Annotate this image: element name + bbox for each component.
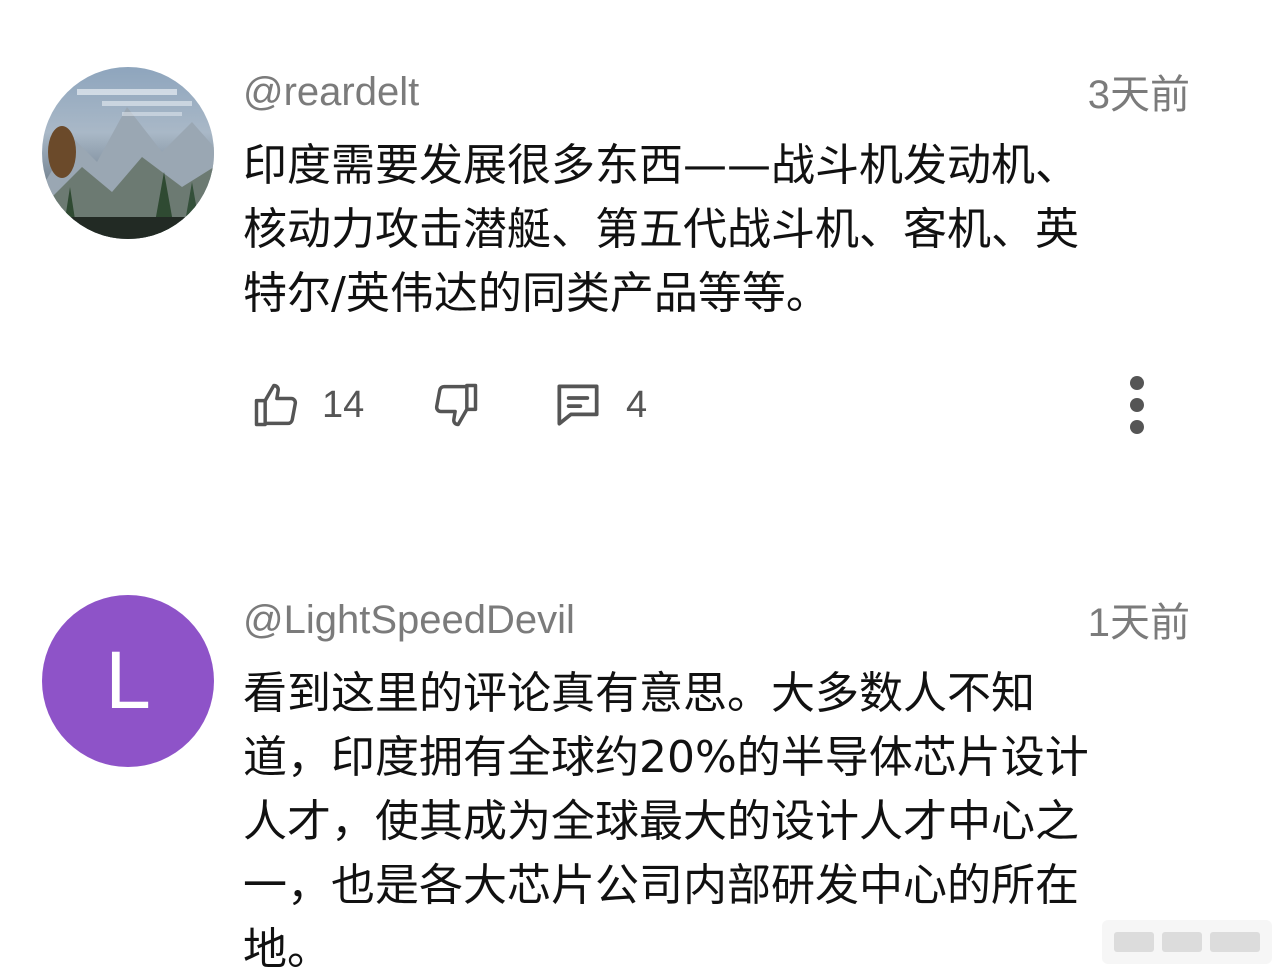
like-count: 14 bbox=[322, 383, 365, 426]
comment-body-line: 道，印度拥有全球约20%的半导体芯片设计 bbox=[243, 732, 1089, 783]
comment-body: 印度需要发展很多东西——战斗机发动机、 核动力攻击潜艇、第五代战斗机、客机、英 … bbox=[243, 134, 1198, 326]
user-avatar[interactable]: L bbox=[42, 595, 214, 767]
landscape-photo-avatar bbox=[42, 89, 214, 239]
comment-body-line: 特尔/英伟达的同类产品等等。 bbox=[243, 268, 830, 319]
user-avatar[interactable] bbox=[42, 67, 214, 239]
dislike-button[interactable] bbox=[430, 370, 482, 440]
like-button[interactable]: 14 bbox=[250, 370, 364, 440]
reply-count: 4 bbox=[626, 383, 648, 426]
comment-body-line: 核动力攻击潜艇、第五代战斗机、客机、英 bbox=[243, 204, 1079, 255]
comment-body-line: 人才，使其成为全球最大的设计人才中心之 bbox=[243, 796, 1079, 847]
comment-author[interactable]: @reardelt bbox=[243, 68, 419, 116]
comments-page: @reardelt 3天前 印度需要发展很多东西——战斗机发动机、 核动力攻击潜… bbox=[0, 0, 1280, 978]
comment-body-line: 地。 bbox=[243, 924, 331, 975]
comment-body-line: 一，也是各大芯片公司内部研发中心的所在 bbox=[243, 860, 1079, 911]
avatar-letter: L bbox=[105, 635, 151, 726]
reply-button[interactable]: 4 bbox=[550, 370, 647, 440]
comment-thread-item: @reardelt 3天前 印度需要发展很多东西——战斗机发动机、 核动力攻击潜… bbox=[0, 0, 1280, 500]
watermark-logo-icon bbox=[1102, 920, 1272, 964]
more-vert-icon bbox=[1130, 376, 1144, 434]
comment-timestamp[interactable]: 1天前 bbox=[1088, 599, 1190, 647]
thumb-up-icon bbox=[254, 383, 298, 427]
reply-icon bbox=[557, 384, 599, 426]
comment-action-bar: 14 4 bbox=[250, 370, 1200, 440]
comment-body-line: 印度需要发展很多东西——战斗机发动机、 bbox=[243, 140, 1079, 191]
comment-body: 看到这里的评论真有意思。大多数人不知 道，印度拥有全球约20%的半导体芯片设计 … bbox=[243, 662, 1198, 978]
comment-author[interactable]: @LightSpeedDevil bbox=[243, 596, 575, 644]
more-options-button[interactable] bbox=[1112, 370, 1162, 440]
comment-body-line: 看到这里的评论真有意思。大多数人不知 bbox=[243, 668, 1035, 719]
comment-timestamp[interactable]: 3天前 bbox=[1088, 71, 1190, 119]
thumb-down-icon bbox=[434, 383, 478, 427]
